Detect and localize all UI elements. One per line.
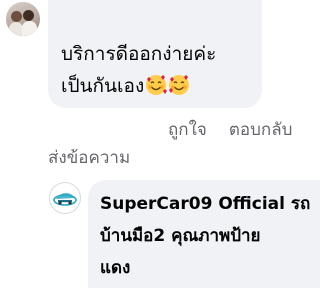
page-avatar[interactable] (49, 182, 81, 214)
comment-actions: ถูกใจ ตอบกลับ (168, 116, 292, 143)
reply-text-line-3: แดง (100, 258, 131, 278)
like-button[interactable]: ถูกใจ (168, 120, 207, 140)
reply-button[interactable]: ตอบกลับ (229, 120, 293, 140)
reply-text-inline: รถ (290, 194, 311, 214)
author-name[interactable]: SuperCar09 Official (100, 194, 285, 214)
comment-text-line-2: เป็นกันเอง (61, 70, 262, 102)
smiling-face-with-hearts-icon (146, 75, 168, 95)
comments-thread: บริการดีออกง่ายค่ะ เป็นกันเอง ถูกใจ ตอบกล… (0, 0, 320, 288)
smiling-face-with-hearts-icon (169, 75, 190, 95)
comment-bubble: บริการดีออกง่ายค่ะ เป็นกันเอง (48, 0, 262, 108)
supercar-logo-icon (53, 193, 77, 206)
reply-line-1: SuperCar09 Official รถ (100, 188, 320, 220)
send-message-button[interactable]: ส่งข้อความ (48, 144, 130, 171)
reply-text-line-2: บ้านมือ2 คุณภาพป้าย (100, 226, 261, 246)
reply-comment-bubble: SuperCar09 Official รถ บ้านมือ2 คุณภาพป้… (88, 180, 320, 288)
comment-text: เป็นกันเอง (61, 75, 145, 97)
commenter-avatar[interactable] (6, 2, 40, 36)
comment-text-line-1: บริการดีออกง่ายค่ะ (61, 43, 217, 65)
